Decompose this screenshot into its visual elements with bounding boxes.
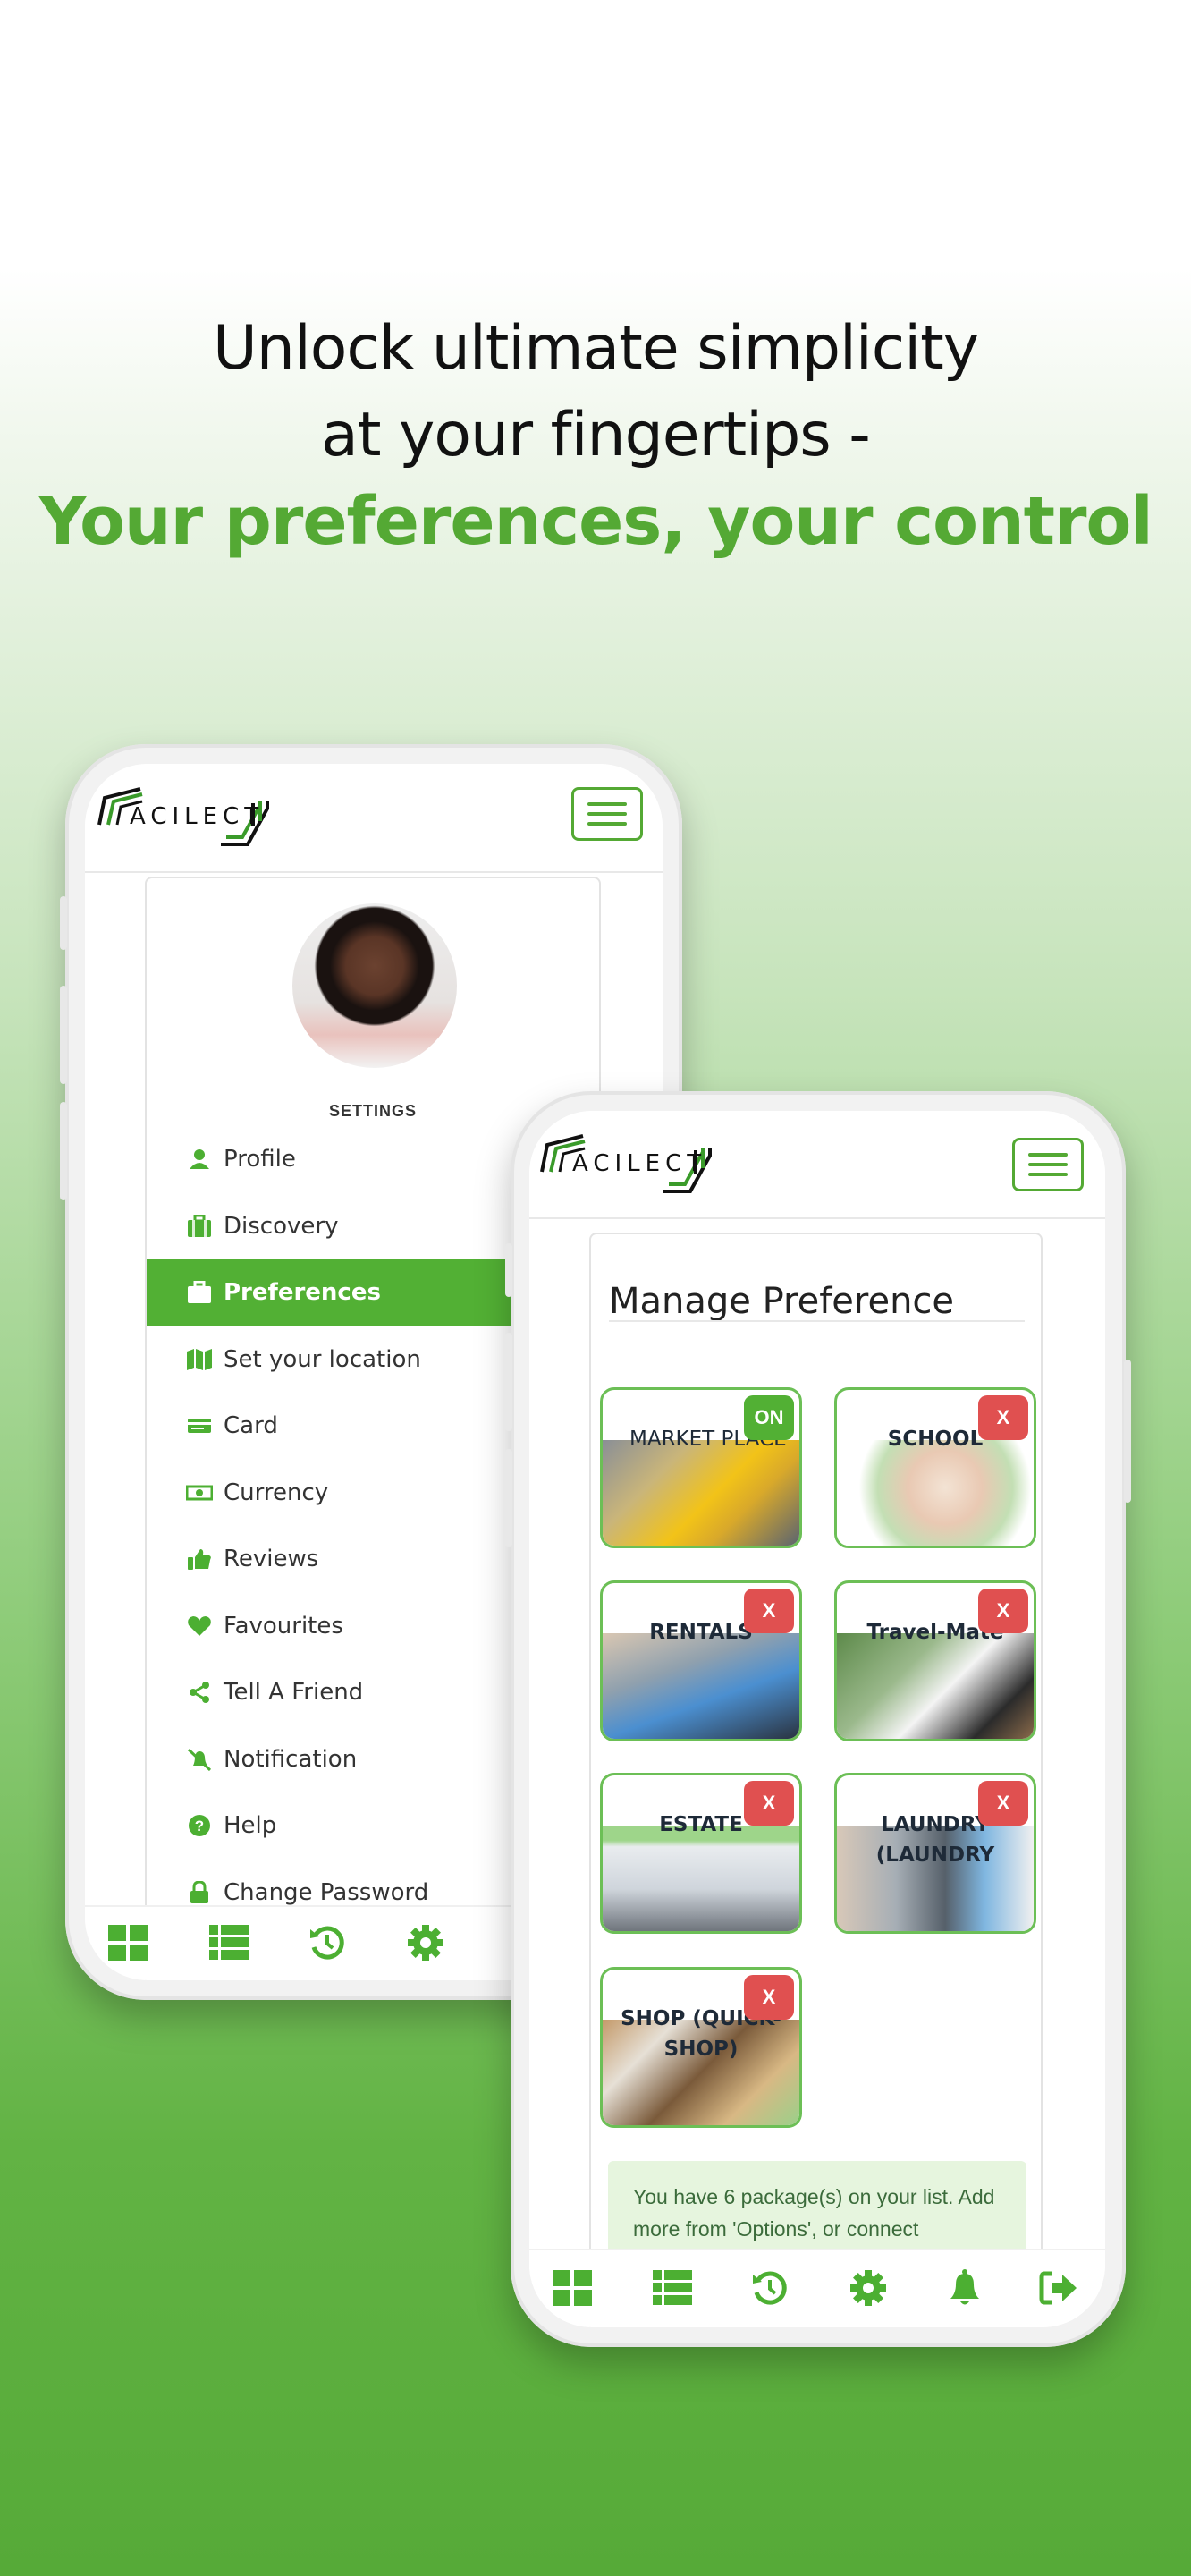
remove-button[interactable]: X <box>744 1589 794 1633</box>
logout-icon[interactable] <box>1037 2267 1080 2309</box>
menu-item-label: Preferences <box>224 1279 381 1306</box>
list-icon[interactable] <box>207 1921 250 1964</box>
share-icon <box>186 1679 213 1706</box>
history-icon[interactable] <box>306 1921 349 1964</box>
remove-button[interactable]: X <box>978 1589 1028 1633</box>
facilect-logo: ACILECT <box>538 1129 717 1200</box>
menu-item-label: Card <box>224 1412 278 1439</box>
question-circle-icon: ? <box>186 1812 213 1839</box>
headline-tagline: Your preferences, your control <box>38 483 1153 560</box>
bottom-nav <box>529 2249 1105 2327</box>
page-title: Manage Preference <box>609 1281 955 1322</box>
lock-icon <box>186 1879 213 1906</box>
bell-slash-icon <box>186 1746 213 1773</box>
preference-card: Manage Preference MARKET PLACE ON SCHOOL… <box>589 1233 1043 2327</box>
tile-image <box>837 1440 1034 1546</box>
menu-item-label: Notification <box>224 1745 358 1773</box>
money-icon <box>186 1479 213 1506</box>
user-icon <box>186 1146 213 1173</box>
preference-tile-estate[interactable]: ESTATE X <box>600 1773 802 1934</box>
briefcase-icon <box>186 1279 213 1306</box>
heart-icon <box>186 1613 213 1640</box>
tile-image <box>603 1440 799 1546</box>
headline-line-2: at your fingertips - <box>321 400 871 470</box>
app-header: ACILECT <box>529 1111 1105 1219</box>
list-icon[interactable] <box>651 2267 694 2309</box>
briefcase-icon <box>186 1213 213 1240</box>
menu-toggle-button[interactable] <box>571 787 643 841</box>
menu-item-label: Currency <box>224 1479 329 1506</box>
remove-button[interactable]: X <box>744 1975 794 2020</box>
menu-item-label: Reviews <box>224 1546 319 1572</box>
remove-button[interactable]: X <box>744 1781 794 1826</box>
preference-tile-laundry-laundry[interactable]: LAUNDRY (LAUNDRY X <box>834 1773 1036 1934</box>
tile-image <box>603 1826 799 1931</box>
credit-card-icon <box>186 1412 213 1439</box>
thumbs-up-icon <box>186 1546 213 1572</box>
preference-tile-rentals[interactable]: RENTALS X <box>600 1580 802 1741</box>
preference-tile-travel-mate[interactable]: Travel-Mate X <box>834 1580 1036 1741</box>
preference-tile-shop-quick-shop[interactable]: SHOP (QUICK-SHOP) X <box>600 1967 802 2128</box>
menu-item-label: Favourites <box>224 1612 343 1640</box>
menu-item-label: Help <box>224 1812 277 1839</box>
tile-image <box>837 1633 1034 1739</box>
dashboard-icon[interactable] <box>106 1921 149 1964</box>
menu-toggle-button[interactable] <box>1012 1138 1084 1191</box>
menu-item-label: Discovery <box>224 1212 339 1240</box>
map-icon <box>186 1346 213 1373</box>
facilect-logo: ACILECT <box>96 782 275 853</box>
settings-icon[interactable] <box>404 1921 447 1964</box>
menu-item-label: Profile <box>224 1146 296 1173</box>
svg-text:?: ? <box>195 1818 204 1835</box>
menu-item-label: Set your location <box>224 1345 421 1373</box>
settings-icon[interactable] <box>847 2267 890 2309</box>
bell-icon[interactable] <box>943 2267 986 2309</box>
app-header: ACILECT <box>85 764 663 873</box>
avatar[interactable] <box>292 903 457 1068</box>
menu-item-label: Tell A Friend <box>224 1679 364 1706</box>
status-on-badge[interactable]: ON <box>744 1395 794 1440</box>
remove-button[interactable]: X <box>978 1395 1028 1440</box>
preference-tile-market-place[interactable]: MARKET PLACE ON <box>600 1387 802 1548</box>
dashboard-icon[interactable] <box>551 2267 594 2309</box>
preference-tile-school[interactable]: SCHOOL X <box>834 1387 1036 1548</box>
headline-line-1: Unlock ultimate simplicity <box>212 313 979 384</box>
remove-button[interactable]: X <box>978 1781 1028 1826</box>
menu-item-label: Change Password <box>224 1878 429 1906</box>
history-icon[interactable] <box>748 2267 791 2309</box>
preference-screen: ACILECT Manage Preference MARKET PLACE O… <box>529 1111 1105 2327</box>
preference-phone: ACILECT Manage Preference MARKET PLACE O… <box>505 1091 1131 2347</box>
tile-image <box>603 1633 799 1739</box>
